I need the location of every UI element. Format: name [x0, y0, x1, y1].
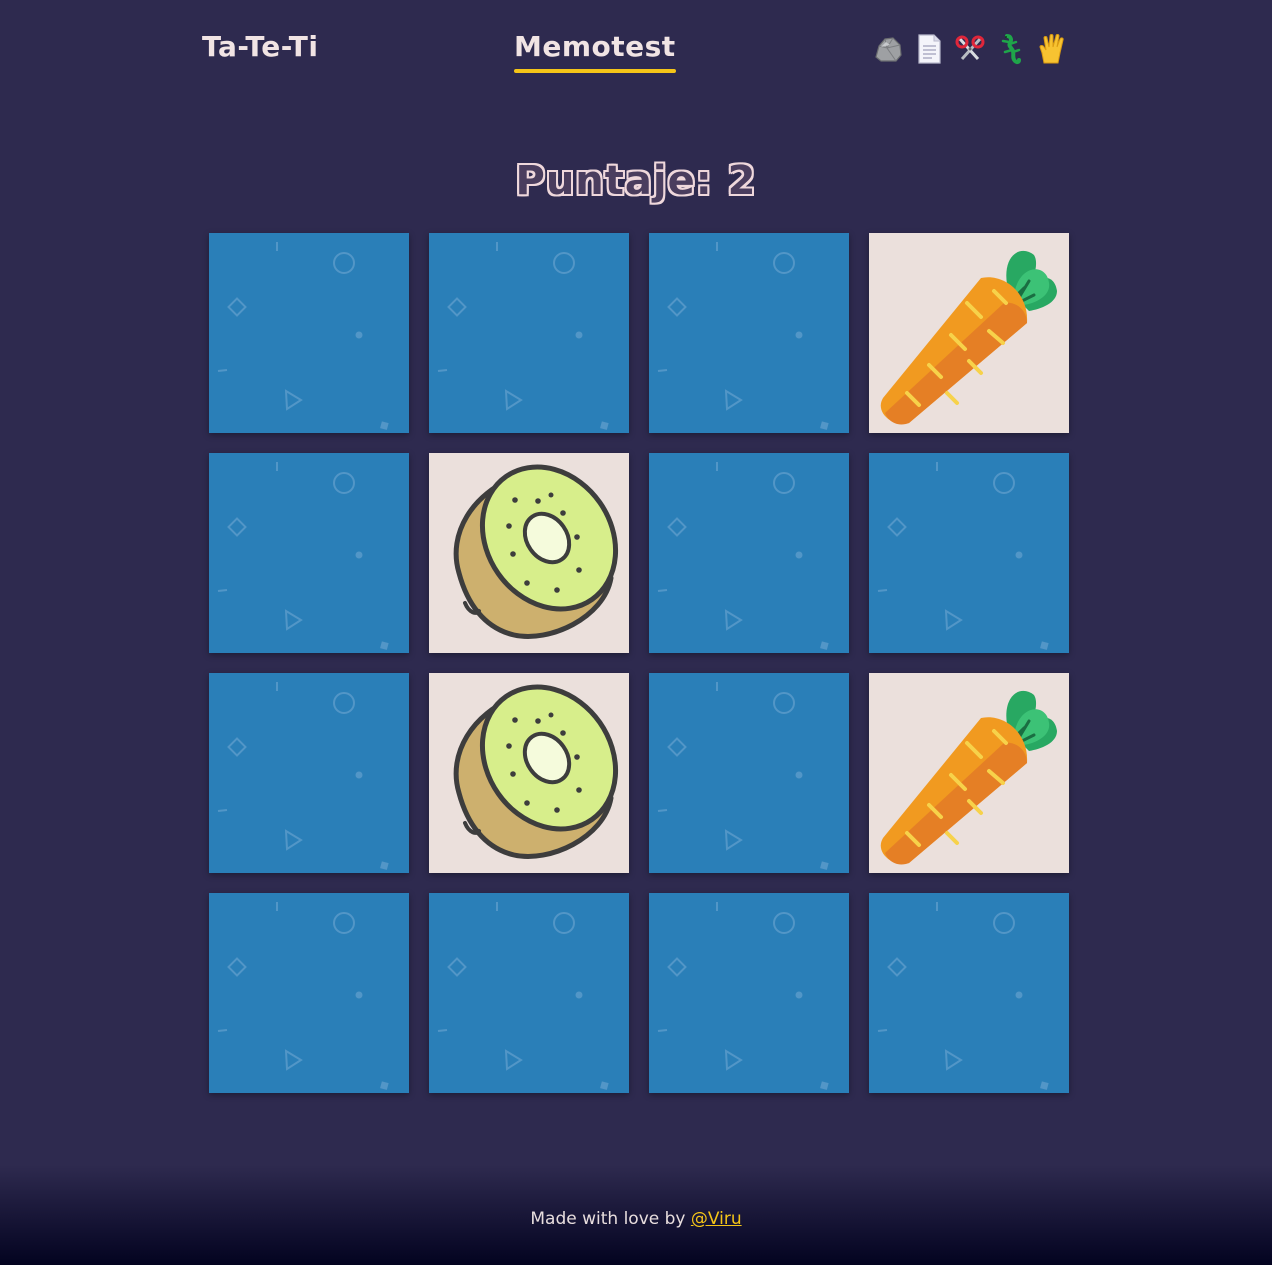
card-back-pattern — [657, 682, 829, 870]
nav-link-tateti[interactable]: Ta-Te-Ti — [202, 30, 318, 64]
card-hidden[interactable] — [649, 453, 849, 653]
card-kiwi[interactable] — [429, 453, 629, 653]
rock-icon[interactable] — [872, 32, 904, 66]
card-hidden[interactable] — [429, 893, 629, 1093]
card-back-pattern — [217, 682, 389, 870]
card-kiwi[interactable] — [429, 673, 629, 873]
scissors-icon[interactable] — [954, 32, 986, 66]
author-link[interactable]: @Viru — [691, 1209, 742, 1229]
memory-board — [209, 233, 1069, 1093]
top-nav: Ta-Te-Ti Memotest — [0, 0, 1272, 100]
paper-icon[interactable] — [913, 32, 945, 66]
card-carrot[interactable] — [869, 233, 1069, 433]
card-hidden[interactable] — [209, 673, 409, 873]
spock-icon[interactable] — [1036, 32, 1068, 66]
carrot-icon — [880, 250, 1057, 425]
card-carrot[interactable] — [869, 673, 1069, 873]
card-hidden[interactable] — [209, 453, 409, 653]
carrot-icon — [880, 690, 1057, 865]
card-back-pattern — [437, 242, 609, 430]
card-back-pattern — [657, 242, 829, 430]
kiwi-icon — [453, 464, 619, 639]
footer-caption: Made with love by — [530, 1209, 691, 1229]
card-back-pattern — [217, 242, 389, 430]
card-back-pattern — [877, 462, 1049, 650]
kiwi-icon — [453, 684, 619, 859]
card-back-pattern — [217, 462, 389, 650]
card-hidden[interactable] — [649, 233, 849, 433]
card-back-pattern — [217, 902, 389, 1090]
card-hidden[interactable] — [869, 893, 1069, 1093]
footer-text: Made with love by @Viru — [0, 1209, 1272, 1229]
card-hidden[interactable] — [649, 673, 849, 873]
score-title: Puntaje: 2 — [515, 158, 757, 204]
card-hidden[interactable] — [869, 453, 1069, 653]
card-back-pattern — [877, 902, 1049, 1090]
card-hidden[interactable] — [209, 893, 409, 1093]
card-hidden[interactable] — [209, 233, 409, 433]
card-back-pattern — [657, 902, 829, 1090]
footer: Made with love by @Viru — [0, 1165, 1272, 1265]
rps-icons — [872, 32, 1068, 66]
nav-link-memotest[interactable]: Memotest — [514, 30, 676, 73]
card-back-pattern — [657, 462, 829, 650]
card-hidden[interactable] — [649, 893, 849, 1093]
lizard-icon[interactable] — [995, 32, 1027, 66]
card-back-pattern — [437, 902, 609, 1090]
card-hidden[interactable] — [429, 233, 629, 433]
